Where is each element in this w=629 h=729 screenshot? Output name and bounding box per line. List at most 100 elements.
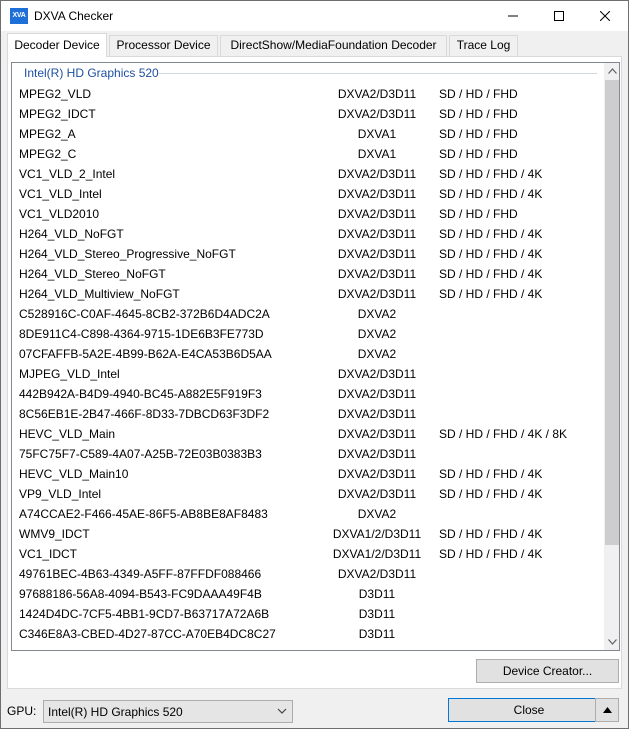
decoder-api: D3D11 [358,587,396,601]
group-title: Intel(R) HD Graphics 520 [24,66,159,80]
chevron-down-icon [607,639,617,645]
maximize-button[interactable] [536,1,582,31]
list-item[interactable]: H264_VLD_Stereo_Progressive_NoFGT DXVA2/D… [12,244,604,264]
triangle-up-icon [602,707,612,713]
vertical-scrollbar[interactable] [604,63,619,650]
list-item[interactable]: 1424D4DC-7CF5-4BB1-9CD7-B63717A72A6B D3D1… [12,604,604,624]
decoder-api: DXVA2/D3D11 [337,467,417,481]
decoder-api: DXVA2/D3D11 [337,427,417,441]
decoder-resolutions: SD / HD / FHD / 4K [439,527,543,541]
list-item[interactable]: HEVC_VLD_Main10 DXVA2/D3D11 SD / HD / FHD … [12,464,604,484]
list-item[interactable]: 8C56EB1E-2B47-466F-8D33-7DBCD63F3DF2 DXVA… [12,404,604,424]
list-item[interactable]: WMV9_IDCT DXVA1/2/D3D11 SD / HD / FHD / 4K [12,524,604,544]
decoder-api: DXVA2/D3D11 [337,367,417,381]
list-item[interactable]: VC1_IDCT DXVA1/2/D3D11 SD / HD / FHD / 4K [12,544,604,564]
list-item[interactable]: A74CCAE2-F466-45AE-86F5-AB8BE8AF8483 DXVA… [12,504,604,524]
decoder-name: 8C56EB1E-2B47-466F-8D33-7DBCD63F3DF2 [19,407,270,421]
decoder-name: 49761BEC-4B63-4349-A5FF-87FFDF088466 [19,567,262,581]
decoder-name: MPEG2_A [19,127,76,141]
collapse-button[interactable] [595,698,619,722]
decoder-api: DXVA2/D3D11 [337,87,417,101]
decoder-resolutions: SD / HD / FHD [439,207,518,221]
decoder-api: D3D11 [358,627,396,641]
list-item[interactable]: H264_VLD_Stereo_NoFGT DXVA2/D3D11 SD / HD … [12,264,604,284]
decoder-name: VC1_IDCT [19,547,78,561]
list-item[interactable]: 49761BEC-4B63-4349-A5FF-87FFDF088466 DXVA… [12,564,604,584]
decoder-name: H264_VLD_NoFGT [19,227,124,241]
decoder-name: MPEG2_VLD [19,87,92,101]
device-creator-button[interactable]: Device Creator... [476,659,619,683]
decoder-api: DXVA2/D3D11 [337,567,417,581]
decoder-api: DXVA2/D3D11 [337,407,417,421]
decoder-api: DXVA2/D3D11 [337,247,417,261]
decoder-name: 1424D4DC-7CF5-4BB1-9CD7-B63717A72A6B [19,607,270,621]
list-item[interactable]: MPEG2_C DXVA1 SD / HD / FHD [12,144,604,164]
decoder-resolutions: SD / HD / FHD [439,87,518,101]
list-item[interactable]: 07CFAFFB-5A2E-4B99-B62A-E4CA53B6D5AA DXVA… [12,344,604,364]
list-item[interactable]: MJPEG_VLD_Intel DXVA2/D3D11 [12,364,604,384]
list-item[interactable]: MPEG2_VLD DXVA2/D3D11 SD / HD / FHD [12,84,604,104]
list-item[interactable]: H264_VLD_Multiview_NoFGT DXVA2/D3D11 SD / … [12,284,604,304]
decoder-resolutions: SD / HD / FHD / 4K [439,287,543,301]
list-item[interactable]: 8DE911C4-C898-4364-9715-1DE6B3FE773D DXVA… [12,324,604,344]
decoder-api: DXVA2/D3D11 [337,487,417,501]
close-icon [600,11,610,21]
close-window-button[interactable] [582,1,628,31]
decoder-api: DXVA2 [357,327,397,341]
decoder-api: DXVA1 [357,147,397,161]
tab-decoder-device[interactable]: Decoder Device [7,33,107,57]
decoder-name: C528916C-C0AF-4645-8CB2-372B6D4ADC2A [19,307,270,321]
decoder-name: VP9_VLD_Intel [19,487,102,501]
decoder-name: A74CCAE2-F466-45AE-86F5-AB8BE8AF8483 [19,507,268,521]
list-item[interactable]: VC1_VLD2010 DXVA2/D3D11 SD / HD / FHD [12,204,604,224]
scrollbar-thumb[interactable] [605,80,619,545]
decoder-api: DXVA2/D3D11 [337,387,417,401]
decoder-name: HEVC_VLD_Main [19,427,116,441]
list-item[interactable]: H264_VLD_NoFGT DXVA2/D3D11 SD / HD / FHD /… [12,224,604,244]
list-item[interactable]: C346E8A3-CBED-4D27-87CC-A70EB4DC8C27 D3D1… [12,624,604,644]
scroll-up-button[interactable] [604,63,619,79]
decoder-name: H264_VLD_Stereo_Progressive_NoFGT [19,247,236,261]
decoder-list[interactable]: Intel(R) HD Graphics 520 MPEG2_VLD DXVA2/… [11,62,620,651]
decoder-resolutions: SD / HD / FHD / 4K [439,167,543,181]
list-item[interactable]: MPEG2_IDCT DXVA2/D3D11 SD / HD / FHD [12,104,604,124]
close-button[interactable]: Close [448,698,610,722]
list-item[interactable]: 97688186-56A8-4094-B543-FC9DAAA49F4B D3D1… [12,584,604,604]
title-bar[interactable]: XVA DXVA Checker [1,1,628,31]
list-item[interactable]: 442B942A-B4D9-4940-BC45-A882E5F919F3 DXVA… [12,384,604,404]
decoder-api: DXVA2 [357,347,397,361]
list-item[interactable]: VC1_VLD_2_Intel DXVA2/D3D11 SD / HD / FHD … [12,164,604,184]
scroll-down-button[interactable] [604,634,619,650]
group-header: Intel(R) HD Graphics 520 [12,63,604,83]
decoder-name: C346E8A3-CBED-4D27-87CC-A70EB4DC8C27 [19,627,276,641]
decoder-resolutions: SD / HD / FHD / 4K [439,547,543,561]
decoder-name: 8DE911C4-C898-4364-9715-1DE6B3FE773D [19,327,264,341]
window-title: DXVA Checker [34,9,114,23]
tab-strip: Decoder Device Processor Device DirectSh… [1,31,628,57]
gpu-label: GPU: [7,704,37,718]
tab-directshow-mediafoundation-decoder[interactable]: DirectShow/MediaFoundation Decoder [220,35,447,56]
minimize-button[interactable] [490,1,536,31]
tab-trace-log[interactable]: Trace Log [449,35,518,56]
decoder-api: DXVA1/2/D3D11 [332,547,422,561]
list-item[interactable]: VP9_VLD_Intel DXVA2/D3D11 SD / HD / FHD / … [12,484,604,504]
tab-processor-device[interactable]: Processor Device [109,35,218,56]
decoder-resolutions: SD / HD / FHD / 4K [439,247,543,261]
decoder-name: 07CFAFFB-5A2E-4B99-B62A-E4CA53B6D5AA [19,347,272,361]
decoder-rows: MPEG2_VLD DXVA2/D3D11 SD / HD / FHD MPEG2_I… [12,84,604,644]
maximize-icon [554,11,564,21]
decoder-name: MJPEG_VLD_Intel [19,367,120,381]
decoder-name: MPEG2_IDCT [19,107,96,121]
decoder-resolutions: SD / HD / FHD / 4K [439,227,543,241]
gpu-select[interactable]: Intel(R) HD Graphics 520 [43,700,293,723]
decoder-api: DXVA2/D3D11 [337,167,417,181]
list-item[interactable]: VC1_VLD_Intel DXVA2/D3D11 SD / HD / FHD / … [12,184,604,204]
decoder-resolutions: SD / HD / FHD / 4K [439,467,543,481]
list-item[interactable]: MPEG2_A DXVA1 SD / HD / FHD [12,124,604,144]
list-item[interactable]: 75FC75F7-C589-4A07-A25B-72E03B0383B3 DXVA… [12,444,604,464]
decoder-api: DXVA2 [357,507,397,521]
decoder-resolutions: SD / HD / FHD / 4K / 8K [439,427,568,441]
decoder-resolutions: SD / HD / FHD / 4K [439,267,543,281]
list-item[interactable]: C528916C-C0AF-4645-8CB2-372B6D4ADC2A DXVA… [12,304,604,324]
list-item[interactable]: HEVC_VLD_Main DXVA2/D3D11 SD / HD / FHD / … [12,424,604,444]
